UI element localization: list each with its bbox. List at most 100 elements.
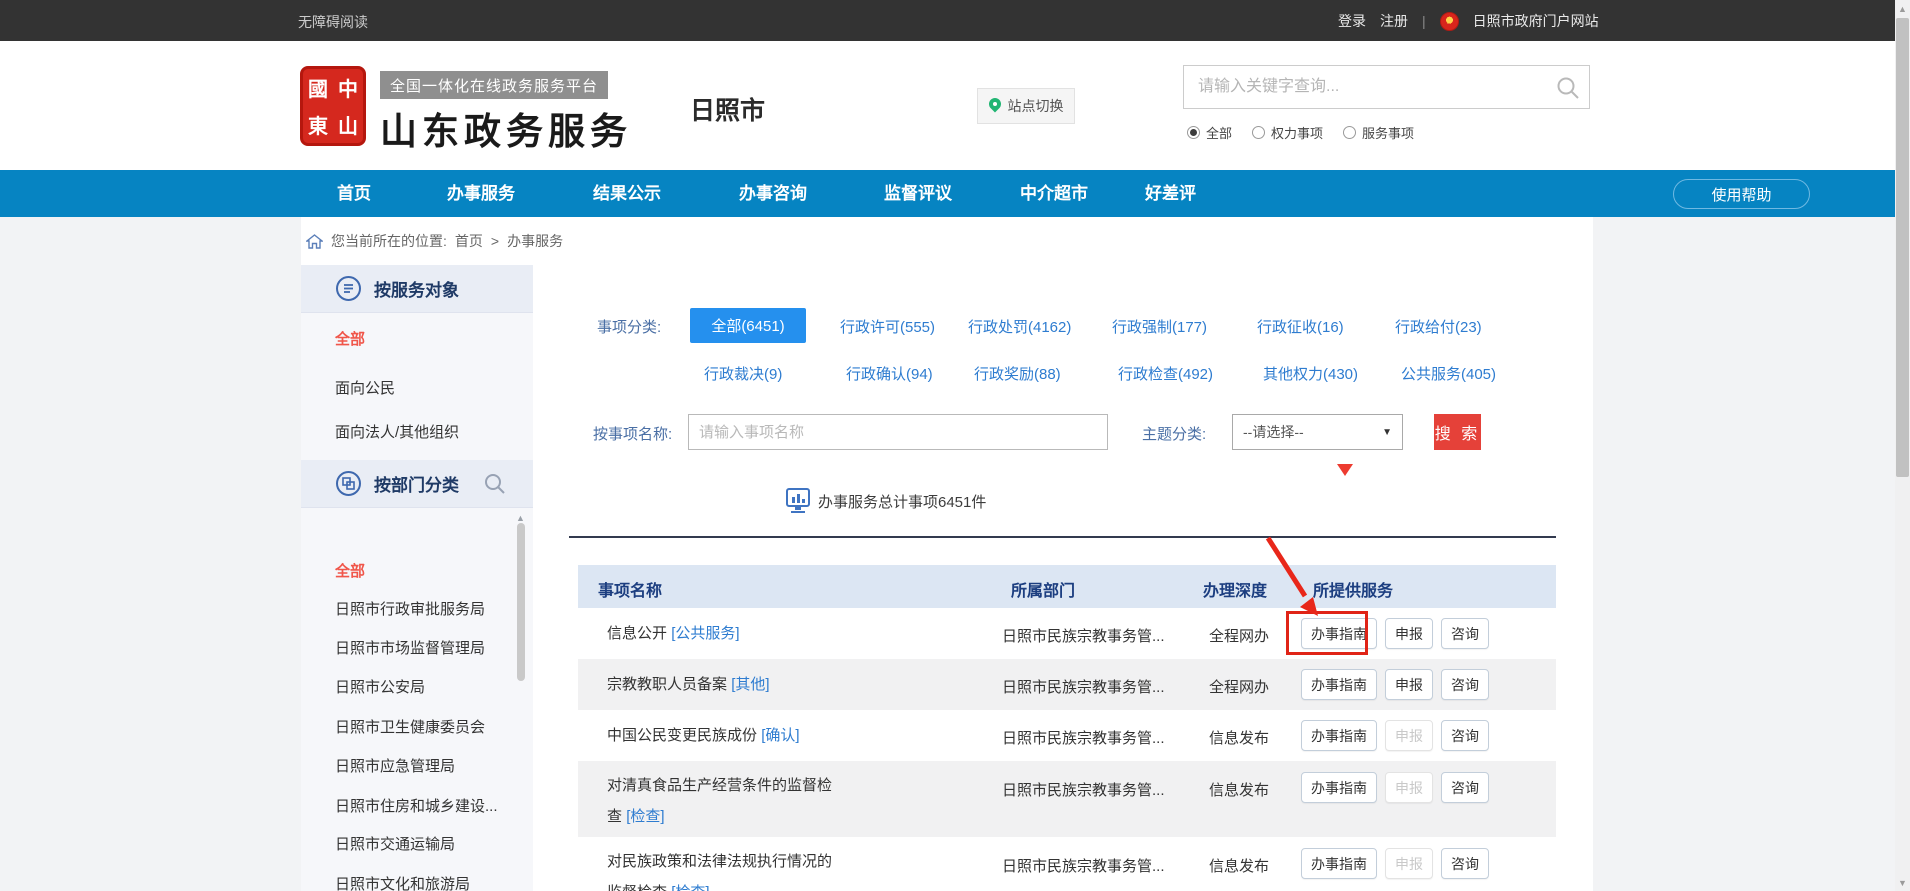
department-cell: 日照市民族宗教事务管... (1002, 625, 1165, 646)
consult-button[interactable]: 咨询 (1441, 772, 1489, 803)
consult-button[interactable]: 咨询 (1441, 669, 1489, 700)
sidebar-item-all-objects[interactable]: 全部 (335, 328, 365, 349)
item-name-input[interactable] (689, 415, 1107, 449)
sidebar-dept-item[interactable]: 日照市住房和城乡建设... (335, 795, 498, 816)
nav-services[interactable]: 办事服务 (447, 170, 515, 217)
nav-supervision[interactable]: 监督评议 (884, 170, 952, 217)
item-name-cell: 中国公民变更民族成份 [确认] (607, 720, 835, 751)
breadcrumb-current[interactable]: 办事服务 (507, 231, 563, 251)
tab-qita-quanli[interactable]: 其他权力(430) (1263, 363, 1358, 384)
guide-button[interactable]: 办事指南 (1301, 669, 1377, 700)
item-tag-link[interactable]: [确认] (761, 727, 799, 744)
item-name-cell: 对民族政策和法律法规执行情况的监督检查 [检查] (607, 846, 835, 891)
topic-select-value: --请选择-- (1243, 422, 1304, 442)
guide-button[interactable]: 办事指南 (1301, 848, 1377, 879)
page-background: 您当前所在的位置: 首页 > 办事服务 按服务对象 全部 面向公民 (0, 217, 1910, 891)
guide-button[interactable]: 办事指南 (1301, 772, 1377, 803)
help-button[interactable]: 使用帮助 (1673, 179, 1810, 209)
sidebar-item-citizen[interactable]: 面向公民 (335, 377, 395, 398)
item-tag-link[interactable]: [其他] (731, 676, 769, 693)
item-tag-link[interactable]: [检查] (671, 884, 709, 891)
col-item-name: 事项名称 (598, 577, 662, 601)
item-name-box (688, 414, 1108, 450)
search-button[interactable]: 搜 索 (1434, 414, 1481, 450)
sidebar-dept-item[interactable]: 日照市公安局 (335, 676, 425, 697)
search-icon[interactable] (1555, 75, 1581, 101)
table-row: 中国公民变更民族成份 [确认] 日照市民族宗教事务管... 信息发布 办事指南 … (578, 710, 1556, 761)
sidebar-dept-all[interactable]: 全部 (335, 560, 365, 581)
nav-consult[interactable]: 办事咨询 (739, 170, 807, 217)
portal-link[interactable]: 日照市政府门户网站 (1473, 11, 1599, 31)
topic-label: 主题分类: (1142, 423, 1206, 444)
tab-xingzheng-caijue[interactable]: 行政裁决(9) (704, 363, 782, 384)
nav-intermediary[interactable]: 中介超市 (1020, 170, 1088, 217)
sidebar-dept-item[interactable]: 日照市应急管理局 (335, 755, 455, 776)
nav-home[interactable]: 首页 (337, 170, 371, 217)
sidebar-scroll-up-icon[interactable]: ▲ (516, 513, 525, 523)
tab-xingzheng-jiangli[interactable]: 行政奖励(88) (974, 363, 1061, 384)
page-scrollbar-thumb[interactable] (1896, 18, 1909, 477)
sidebar-dept-item[interactable]: 日照市文化和旅游局 (335, 873, 470, 891)
item-name-label: 按事项名称: (593, 423, 672, 444)
seal-char: 山 (333, 106, 363, 143)
page-scrollbar[interactable]: ▲ ▼ (1895, 0, 1910, 891)
table-row: 信息公开 [公共服务] 日照市民族宗教事务管... 全程网办 办事指南 申报 咨… (578, 608, 1556, 659)
seal-char: 國 (303, 69, 333, 106)
breadcrumb-home[interactable]: 首页 (455, 231, 483, 251)
sidebar-item-legal-person[interactable]: 面向法人/其他组织 (335, 421, 459, 442)
tab-xingzheng-queren[interactable]: 行政确认(94) (846, 363, 933, 384)
depth-cell: 全程网办 (1209, 625, 1269, 646)
topic-select[interactable]: --请选择-- ▼ (1232, 414, 1403, 450)
login-link[interactable]: 登录 (1338, 11, 1366, 31)
tab-xingzheng-xuke[interactable]: 行政许可(555) (840, 316, 935, 337)
item-name-cell: 对清真食品生产经营条件的监督检查 [检查] (607, 770, 835, 832)
item-name-link[interactable]: 宗教教职人员备案 (607, 676, 727, 693)
content-card: 您当前所在的位置: 首页 > 办事服务 按服务对象 全部 面向公民 (301, 217, 1593, 891)
sidebar-dept-item[interactable]: 日照市行政审批服务局 (335, 598, 485, 619)
apply-button[interactable]: 申报 (1385, 618, 1433, 649)
site-switch-button[interactable]: 站点切换 (977, 88, 1075, 124)
annotation-triangle (1337, 464, 1353, 476)
radio-all[interactable]: 全部 (1187, 123, 1232, 142)
keyword-search-input[interactable] (1184, 66, 1589, 108)
tab-xingzheng-jiancha[interactable]: 行政检查(492) (1118, 363, 1213, 384)
sidebar-dept-item[interactable]: 日照市市场监督管理局 (335, 637, 485, 658)
sidebar-scrollbar-thumb[interactable] (517, 523, 525, 681)
tab-gonggong-fuwu[interactable]: 公共服务(405) (1401, 363, 1496, 384)
tab-xingzheng-qiangzhi[interactable]: 行政强制(177) (1112, 316, 1207, 337)
nav-rating[interactable]: 好差评 (1145, 170, 1196, 217)
guide-button[interactable]: 办事指南 (1301, 720, 1377, 751)
item-tag-link[interactable]: [检查] (626, 808, 664, 825)
department-search-icon[interactable] (483, 472, 507, 496)
item-name-link[interactable]: 中国公民变更民族成份 (607, 727, 757, 744)
depth-cell: 信息发布 (1209, 779, 1269, 800)
scroll-down-icon[interactable]: ▼ (1895, 878, 1910, 888)
consult-button[interactable]: 咨询 (1441, 848, 1489, 879)
platform-badge: 全国一体化在线政务服务平台 (380, 71, 608, 99)
screen: 无障碍阅读 登录 注册 | ★ 日照市政府门户网站 中 國 山 東 全国一体化在… (0, 0, 1910, 891)
register-link[interactable]: 注册 (1380, 11, 1408, 31)
main-content: 事项分类: 全部(6451) 行政许可(555) 行政处罚(4162) 行政强制… (569, 265, 1593, 891)
sidebar: 按服务对象 全部 面向公民 面向法人/其他组织 按部门分类 (301, 265, 533, 891)
scroll-up-icon[interactable]: ▲ (1895, 4, 1910, 14)
apply-button[interactable]: 申报 (1385, 669, 1433, 700)
tab-all[interactable]: 全部(6451) (690, 308, 806, 343)
sidebar-dept-item[interactable]: 日照市交通运输局 (335, 833, 455, 854)
radio-service-items[interactable]: 服务事项 (1343, 123, 1414, 142)
tab-xingzheng-zhengshou[interactable]: 行政征收(16) (1257, 316, 1344, 337)
consult-button[interactable]: 咨询 (1441, 720, 1489, 751)
item-name-link[interactable]: 信息公开 (607, 625, 667, 642)
apply-button-disabled: 申报 (1385, 772, 1433, 803)
accessibility-link[interactable]: 无障碍阅读 (298, 12, 368, 32)
keyword-search-box (1183, 65, 1590, 109)
item-name-cell: 信息公开 [公共服务] (607, 618, 835, 649)
radio-power-items[interactable]: 权力事项 (1252, 123, 1323, 142)
item-tag-link[interactable]: [公共服务] (671, 625, 739, 642)
consult-button[interactable]: 咨询 (1441, 618, 1489, 649)
item-name-link[interactable]: 对民族政策和法律法规执行情况的监督检查 (607, 853, 832, 891)
top-bar: 无障碍阅读 登录 注册 | ★ 日照市政府门户网站 (0, 0, 1910, 41)
nav-results[interactable]: 结果公示 (593, 170, 661, 217)
tab-xingzheng-jifu[interactable]: 行政给付(23) (1395, 316, 1482, 337)
sidebar-dept-item[interactable]: 日照市卫生健康委员会 (335, 716, 485, 737)
tab-xingzheng-chufa[interactable]: 行政处罚(4162) (968, 316, 1071, 337)
